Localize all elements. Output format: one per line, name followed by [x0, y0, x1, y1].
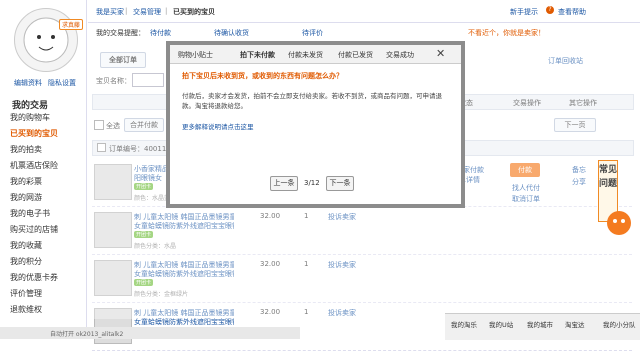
- sidebar-item[interactable]: 已买到的宝贝: [10, 128, 58, 139]
- status-text: 自动打开 ok2013_alitalk2: [50, 331, 124, 338]
- next-tip-button[interactable]: 下一条: [326, 176, 354, 191]
- sidebar-item[interactable]: 我的购物车: [10, 112, 50, 123]
- bottom-toolbar: 我的淘乐 我的U站 我的城市 淘宝达 我的小分队: [445, 313, 640, 340]
- tab-shipped[interactable]: 付款已发货: [338, 50, 373, 60]
- bottom-bar-item[interactable]: 我的U站: [489, 319, 513, 329]
- browser-status-bar: 自动打开 ok2013_alitalk2: [0, 327, 300, 339]
- sidebar-item[interactable]: 我的电子书: [10, 208, 50, 219]
- sidebar-item[interactable]: 购买过的店铺: [10, 224, 58, 235]
- sidebar-item[interactable]: 我的网游: [10, 192, 42, 203]
- sidebar-item-label: 我的网游: [10, 193, 42, 202]
- new-hint-link[interactable]: 新手提示: [510, 7, 538, 17]
- sidebar-item[interactable]: 我的优惠卡券: [10, 272, 58, 283]
- breadcrumb-trade-manage[interactable]: 交易管理: [133, 7, 161, 17]
- breadcrumb-buyer[interactable]: 我是买家: [96, 7, 124, 17]
- breadcrumb-separator: |: [125, 7, 128, 15]
- sidebar-item-label: 我的收藏: [10, 241, 42, 250]
- close-icon[interactable]: ✕: [436, 47, 445, 60]
- sidebar-item[interactable]: 我的彩票: [10, 176, 42, 187]
- sidebar-item-label: 机票酒店保险: [10, 161, 58, 170]
- tip-page-indicator: 3/12: [304, 179, 320, 187]
- sidebar: 求真藤 编辑资料 隐私设置 我的交易 我的购物车已买到的宝贝 我的拍卖机票酒店保险…: [0, 0, 87, 339]
- tab-paid-not-shipped[interactable]: 付款未发货: [288, 50, 323, 60]
- sidebar-item[interactable]: 评价管理: [10, 288, 42, 299]
- bottom-bar-item[interactable]: 淘宝达: [565, 319, 585, 329]
- breadcrumb-current: 已买到的宝贝: [173, 8, 215, 16]
- sidebar-item-label: 我的购物车: [10, 113, 50, 122]
- modal-body: 付款后，卖家才会发货，拍前不会立即支付给卖家。若收不到货，或商品有问题，可申请退…: [182, 92, 442, 110]
- modal-question: 拍下宝贝后未收到货，或收到的东西有问题怎么办？: [182, 72, 343, 80]
- reminder-pending-review[interactable]: 待评价: [302, 28, 323, 38]
- sidebar-item[interactable]: 机票酒店保险: [10, 160, 58, 171]
- sidebar-item-label: 我的彩票: [10, 177, 42, 186]
- tab-unpaid[interactable]: 拍下未付款: [240, 50, 275, 60]
- top-bar: 我是买家 | 交易管理 | 已买到的宝贝 新手提示 ? 查看帮助: [88, 0, 640, 23]
- reminder-pending-pay[interactable]: 待付款: [150, 28, 171, 38]
- sidebar-item-label: 评价管理: [10, 289, 42, 298]
- mascot-icon: [607, 211, 631, 235]
- sidebar-item-label: 我的积分: [10, 257, 42, 266]
- tab-completed[interactable]: 交易成功: [386, 50, 414, 60]
- sidebar-item[interactable]: 我的收藏: [10, 240, 42, 251]
- privacy-link[interactable]: 隐私设置: [48, 78, 76, 88]
- help-icon: ?: [546, 6, 554, 14]
- avatar-tag: 求真藤: [58, 19, 83, 30]
- bottom-bar-item[interactable]: 我的淘乐: [451, 319, 477, 329]
- more-info-link[interactable]: 更多解释说明请点击这里: [182, 121, 254, 131]
- sidebar-item-label: 购买过的店铺: [10, 225, 58, 234]
- sidebar-item-label: 已买到的宝贝: [10, 129, 58, 138]
- bottom-bar-item[interactable]: 我的城市: [527, 319, 553, 329]
- prev-tip-button[interactable]: 上一条: [270, 176, 298, 191]
- shopping-tips-modal: 购物小贴士 拍下未付款 付款未发货 付款已发货 交易成功 ✕ 拍下宝贝后未收到货…: [166, 41, 465, 208]
- help-link[interactable]: 查看帮助: [558, 7, 586, 17]
- bottom-bar-item[interactable]: 我的小分队: [603, 319, 636, 329]
- sidebar-item-label: 我的优惠卡券: [10, 273, 58, 282]
- reminder-pending-receive[interactable]: 待确认收货: [214, 28, 249, 38]
- sidebar-item[interactable]: 我的拍卖: [10, 144, 42, 155]
- faq-widget[interactable]: 常见问题: [598, 160, 632, 240]
- avatar[interactable]: 求真藤: [14, 8, 83, 72]
- sidebar-item-label: 退款维权: [10, 305, 42, 314]
- breadcrumb-separator: |: [165, 7, 168, 15]
- sidebar-item[interactable]: 我的积分: [10, 256, 42, 267]
- sidebar-item-label: 我的电子书: [10, 209, 50, 218]
- reminder-label: 我的交易提醒：: [96, 29, 145, 37]
- sidebar-item[interactable]: 退款维权: [10, 304, 42, 315]
- reminder-right-text: 不看近个，你就是卖家！: [468, 29, 545, 37]
- trade-reminder-bar: 我的交易提醒： 待付款 待确认收货 待评价 不看近个，你就是卖家！: [88, 22, 640, 40]
- modal-title: 购物小贴士: [178, 51, 213, 59]
- modal-tabs: 购物小贴士 拍下未付款 付款未发货 付款已发货 交易成功 ✕: [170, 45, 461, 64]
- sidebar-section-title: 我的交易: [12, 101, 49, 111]
- edit-profile-link[interactable]: 编辑资料: [14, 78, 42, 88]
- sidebar-item-label: 我的拍卖: [10, 145, 42, 154]
